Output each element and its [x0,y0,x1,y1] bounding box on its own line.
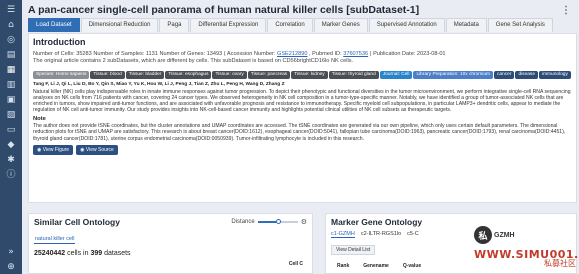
watermark-logo: 私 GZMH [474,224,529,246]
document-icon[interactable]: ▭ [4,124,18,137]
view-detail-list-button[interactable]: View Detail List [331,245,376,255]
tab-metadata[interactable]: Metadata [445,18,487,32]
abstract: Natural killer (NK) cells play indispens… [33,89,571,114]
column-header-rank: Rank [337,263,350,269]
figure-buttons: ◉ View Figure ◉ View Source [33,144,572,155]
tag-badge[interactable]: Tissue: bladder [125,71,165,79]
plus-icon[interactable]: ⊕ [4,261,18,274]
table-icon[interactable]: ▦ [4,64,18,77]
settings-icon[interactable]: ✱ [4,154,18,167]
cells-summary: 25240442 cells in 399 datasets [34,250,307,257]
page-title: A pan-cancer single-cell panorama of hum… [28,4,420,16]
tag-badge[interactable]: Tissue: thyroid gland [328,71,379,79]
tab-c5-c[interactable]: c5-C [407,231,419,238]
similar-cell-ontology-card: Similar Cell Ontology Distance ⚙ natural… [28,213,313,274]
sidebar: ☰ ⌂ ◎ ▤ ▦ ▥ ▣ ▧ ▭ ◆ ✱ ⓘ » ⊕ [0,0,22,274]
tag-badge[interactable]: Tissue: blood [90,71,125,79]
book-icon[interactable]: ▧ [4,109,18,122]
marker-gene-ontology-card: Marker Gene Ontology c1-GZMH c2-ILTR-RGS… [325,213,577,274]
column-header-genename: Genename [363,263,389,269]
distance-slider[interactable] [257,219,298,224]
watermark-badge-icon: 私 [474,226,492,244]
cells-count: 25240442 [34,250,66,257]
tag-icon[interactable]: ◆ [4,139,18,152]
watermark-logo-text: GZMH [494,231,515,239]
similar-table-header: Cell C [34,261,307,267]
tab-bar: Load Dataset Dimensional Reduction Paga … [28,18,575,32]
datasets-suffix: datasets [102,250,131,257]
accession-link[interactable]: GSE212890 [277,51,307,57]
tag-badges: Species: Homo sapiens Tissue: blood Tissue… [33,67,572,80]
similar-heading: Similar Cell Ontology [34,217,120,227]
compass-icon[interactable]: ◎ [4,34,18,47]
tab-c2-iltr[interactable]: c2-ILTR-RGS1lo [361,231,401,238]
more-options-icon[interactable]: ⋮ [561,5,571,16]
tab-differential-expression[interactable]: Differential Expression [190,18,267,32]
introduction-card: Introduction Number of Cells: 35283 Numb… [28,33,577,203]
tab-c1-gzmh[interactable]: c1-GZMH [331,231,355,238]
authors: Tang F, Li J, Qi L, Liu D, Bo Y, Qin S, … [33,82,285,87]
stats-text: Number of Cells: 35283 Number of Samples… [33,51,277,57]
info-icon[interactable]: ⓘ [4,169,18,182]
distance-slider-handle[interactable] [275,219,281,224]
pubmed-label: , Pubmed ID: [307,51,344,57]
distance-slider-fill [257,221,276,223]
menu-icon[interactable]: ☰ [4,4,18,17]
tag-badge[interactable]: Journal: Cell [379,71,413,79]
tab-load-dataset[interactable]: Load Dataset [28,18,80,32]
tag-badge[interactable]: Tissue: esophagus [165,71,212,79]
title-bar: A pan-cancer single-cell panorama of hum… [22,0,579,17]
marker-heading: Marker Gene Ontology [331,217,423,227]
tag-badge[interactable]: Species: Homo sapiens [33,71,90,79]
marker-table-header: Rank Genename Q-value [331,263,571,269]
view-figure-button[interactable]: ◉ View Figure [33,144,74,155]
gear-icon[interactable]: ⚙ [301,218,307,226]
column-header-q-value: Q-value [402,263,422,269]
grid-icon[interactable]: ▣ [4,94,18,107]
distance-control: Distance ⚙ [231,218,307,226]
view-figure-label: View Figure [42,146,70,153]
subdataset-note: The original article contains 2 subDatas… [33,58,354,64]
note-heading: Note [33,116,46,123]
tab-marker-genes[interactable]: Marker Genes [313,18,368,32]
main-content: A pan-cancer single-cell panorama of hum… [22,0,579,274]
marker-tabs: c1-GZMH c2-ILTR-RGS1lo c5-C [331,231,571,238]
distance-label: Distance [231,219,255,225]
tab-paga[interactable]: Paga [159,18,190,32]
pubmed-link[interactable]: 37607536 [343,51,368,57]
tab-correlation[interactable]: Correlation [267,18,313,32]
view-source-label: View Source [85,146,114,153]
chart-icon[interactable]: ▥ [4,79,18,92]
tag-badge[interactable]: cancer [494,71,515,79]
tag-badge[interactable]: Tissue: pancreas [247,71,291,79]
watermark-cn: 私募社区 [544,259,576,268]
tag-badge[interactable]: Tissue: kidney [291,71,328,79]
dataset-stats: Number of Cells: 35283 Number of Samples… [33,51,572,58]
tag-badge[interactable]: immunology [539,71,571,79]
column-header-cell-c: Cell C [288,261,303,267]
tab-gene-set-analysis[interactable]: Gene Set Analysis [487,18,553,32]
note-text: The author does not provide tSNE coordin… [33,123,566,142]
tag-badge[interactable]: disease [515,71,538,79]
tag-badge[interactable]: Tissue: ovary [212,71,247,79]
tag-badge[interactable]: Library Preparation: 10x chromium [413,71,494,79]
cells-mid: cells in [65,250,91,257]
view-source-button[interactable]: ◉ View Source [76,144,118,155]
tab-dimensional-reduction[interactable]: Dimensional Reduction [80,18,159,32]
introduction-heading: Introduction [33,37,86,47]
tab-natural-killer-cell[interactable]: natural killer cell [34,234,76,244]
home-icon[interactable]: ⌂ [4,19,18,32]
publication-date: ) Publication Date: 2023-08-01 [368,51,446,57]
database-icon[interactable]: ▤ [4,49,18,62]
similar-header: Similar Cell Ontology Distance ⚙ [34,217,307,227]
datasets-count: 399 [90,250,103,257]
expand-icon[interactable]: » [4,246,18,259]
tab-supervised-annotation[interactable]: Supervised Annotation [368,18,445,32]
